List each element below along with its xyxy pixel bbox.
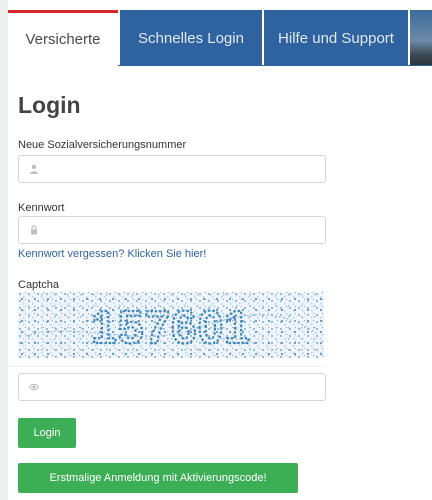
password-input[interactable] (45, 217, 325, 243)
header-photo (410, 10, 432, 66)
left-edge (0, 0, 8, 500)
password-field[interactable] (18, 216, 326, 244)
captcha-input[interactable] (45, 374, 325, 400)
tab-schnelles-login[interactable]: Schnelles Login (120, 10, 262, 66)
login-button[interactable]: Login (18, 418, 76, 448)
activation-code-button[interactable]: Erstmalige Anmeldung mit Aktivierungscod… (18, 463, 298, 493)
page-title: Login (18, 92, 81, 118)
lock-icon (31, 225, 37, 235)
captcha-label: Captcha (18, 279, 59, 291)
tab-versicherte[interactable]: Versicherte (8, 10, 118, 66)
tab-bar: Versicherte Schnelles Login Hilfe und Su… (8, 10, 432, 66)
captcha-code: 157601 (91, 301, 251, 353)
tab-hilfe-und-support[interactable]: Hilfe und Support (264, 10, 408, 66)
forgot-password-link[interactable]: Kennwort vergessen? Klicken Sie hier! (18, 248, 206, 260)
captcha-image: 157601 (18, 292, 324, 358)
tab-underline (118, 65, 432, 66)
captcha-field[interactable] (18, 373, 326, 401)
password-label: Kennwort (18, 202, 65, 214)
ssn-field[interactable] (18, 155, 326, 183)
eye-icon (29, 383, 39, 391)
ssn-label: Neue Sozialversicherungsnummer (18, 139, 187, 151)
ssn-input[interactable] (45, 156, 325, 182)
user-icon (30, 164, 38, 174)
captcha-separator (8, 366, 326, 367)
